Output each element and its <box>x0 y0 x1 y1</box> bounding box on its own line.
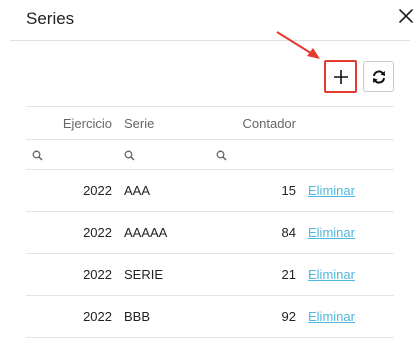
table-row: 2022 AAAAA 84 Eliminar <box>26 211 394 254</box>
cell-contador: 21 <box>210 253 302 296</box>
filter-actions <box>302 139 394 170</box>
search-icon <box>216 150 227 161</box>
table-row: 2022 SERIE 21 Eliminar <box>26 253 394 296</box>
filter-ejercicio[interactable] <box>26 139 118 170</box>
delete-link[interactable]: Eliminar <box>308 309 355 324</box>
delete-link[interactable]: Eliminar <box>308 183 355 198</box>
cell-serie: AAAAA <box>118 211 210 254</box>
cell-serie: AAA <box>118 169 210 212</box>
cell-serie: BBB <box>118 295 210 338</box>
cell-serie: SERIE <box>118 253 210 296</box>
dialog-header: Series <box>0 0 420 40</box>
filter-contador[interactable] <box>210 139 302 170</box>
cell-contador: 92 <box>210 295 302 338</box>
header-divider <box>10 40 410 41</box>
refresh-button[interactable] <box>363 61 394 92</box>
series-table: Ejercicio Serie Contador 2022 AAA 15 Eli… <box>26 106 394 338</box>
column-header-contador[interactable]: Contador <box>210 106 302 140</box>
search-icon <box>124 150 135 161</box>
cell-ejercicio: 2022 <box>26 253 118 296</box>
table-row: 2022 BBB 92 Eliminar <box>26 295 394 338</box>
table-row: 2022 AAA 15 Eliminar <box>26 169 394 212</box>
add-button[interactable] <box>324 60 357 93</box>
plus-icon <box>333 69 348 84</box>
column-header-serie[interactable]: Serie <box>118 106 210 140</box>
cell-ejercicio: 2022 <box>26 211 118 254</box>
cell-contador: 15 <box>210 169 302 212</box>
column-header-ejercicio[interactable]: Ejercicio <box>26 106 118 140</box>
dialog-title: Series <box>26 9 75 28</box>
close-icon[interactable] <box>397 7 415 25</box>
filter-serie[interactable] <box>118 139 210 170</box>
table-header-row: Ejercicio Serie Contador <box>26 106 394 140</box>
cell-contador: 84 <box>210 211 302 254</box>
delete-link[interactable]: Eliminar <box>308 267 355 282</box>
cell-ejercicio: 2022 <box>26 295 118 338</box>
column-header-actions <box>302 106 394 140</box>
search-icon <box>32 150 43 161</box>
refresh-icon <box>372 69 385 84</box>
filter-row <box>26 139 394 170</box>
delete-link[interactable]: Eliminar <box>308 225 355 240</box>
cell-ejercicio: 2022 <box>26 169 118 212</box>
